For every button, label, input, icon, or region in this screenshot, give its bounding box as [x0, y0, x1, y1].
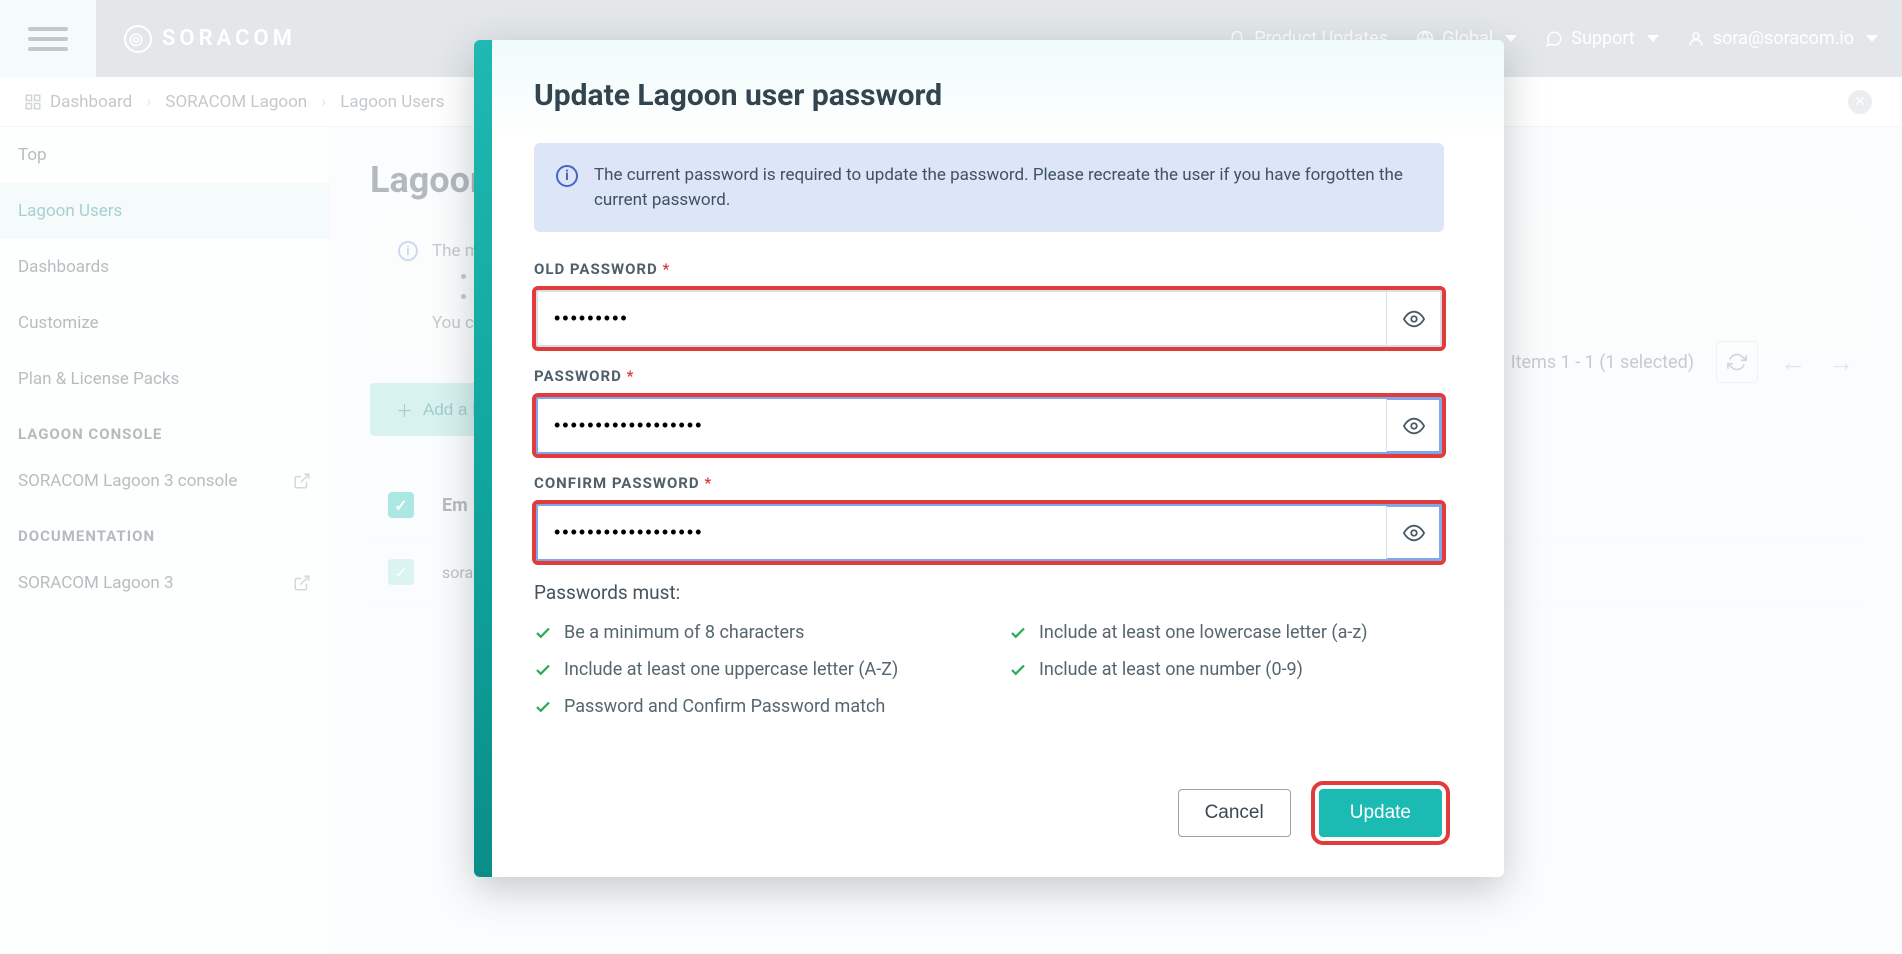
- modal-info-box: i The current password is required to up…: [534, 143, 1444, 232]
- confirm-password-input[interactable]: [538, 506, 1386, 559]
- rule-match: Password and Confirm Password match: [534, 696, 969, 717]
- cancel-button[interactable]: Cancel: [1178, 789, 1291, 837]
- old-password-wrap: [536, 290, 1442, 347]
- new-password-wrap: [536, 397, 1442, 454]
- check-icon: [1009, 661, 1027, 679]
- old-password-label: OLD PASSWORD *: [534, 260, 1444, 278]
- rule-lower: Include at least one lowercase letter (a…: [1009, 622, 1444, 643]
- update-button[interactable]: Update: [1319, 789, 1442, 837]
- modal-accent: [474, 40, 492, 877]
- new-password-label: PASSWORD *: [534, 367, 1444, 385]
- modal-info-text: The current password is required to upda…: [594, 163, 1422, 212]
- eye-icon: [1403, 522, 1425, 544]
- eye-icon: [1403, 308, 1425, 330]
- update-password-modal: Update Lagoon user password i The curren…: [474, 40, 1504, 877]
- password-rules: Be a minimum of 8 characters Include at …: [534, 622, 1444, 717]
- update-button-highlight: Update: [1317, 787, 1444, 839]
- confirm-password-highlight: [534, 502, 1444, 563]
- check-icon: [1009, 624, 1027, 642]
- modal-header: Update Lagoon user password: [474, 40, 1504, 143]
- rules-title: Passwords must:: [534, 581, 1444, 604]
- check-icon: [534, 661, 552, 679]
- toggle-new-password-visibility[interactable]: [1386, 399, 1440, 452]
- toggle-old-password-visibility[interactable]: [1386, 292, 1440, 345]
- confirm-password-label: CONFIRM PASSWORD *: [534, 474, 1444, 492]
- check-icon: [534, 698, 552, 716]
- rule-number: Include at least one number (0-9): [1009, 659, 1444, 680]
- check-icon: [534, 624, 552, 642]
- new-password-highlight: [534, 395, 1444, 456]
- new-password-input[interactable]: [538, 399, 1386, 452]
- info-icon: i: [556, 165, 578, 187]
- modal-title: Update Lagoon user password: [534, 78, 1444, 113]
- old-password-highlight: [534, 288, 1444, 349]
- rule-upper: Include at least one uppercase letter (A…: [534, 659, 969, 680]
- rule-min: Be a minimum of 8 characters: [534, 622, 969, 643]
- modal-actions: Cancel Update: [474, 757, 1504, 877]
- old-password-input[interactable]: [538, 292, 1386, 345]
- toggle-confirm-password-visibility[interactable]: [1386, 506, 1440, 559]
- confirm-password-wrap: [536, 504, 1442, 561]
- eye-icon: [1403, 415, 1425, 437]
